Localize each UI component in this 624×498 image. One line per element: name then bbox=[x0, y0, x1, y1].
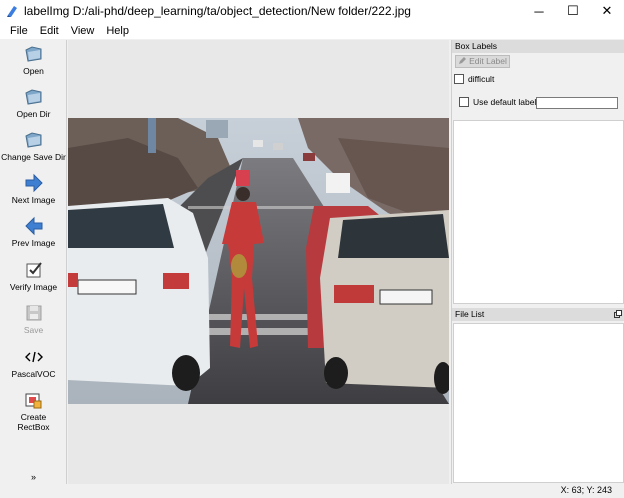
close-button[interactable]: ✕ bbox=[590, 0, 624, 22]
rectbox-icon bbox=[25, 393, 41, 409]
float-dock-icon[interactable] bbox=[614, 310, 622, 318]
file-list-header: File List bbox=[452, 308, 624, 321]
difficult-checkbox-row[interactable]: difficult bbox=[454, 74, 494, 84]
edit-label-text: Edit Label bbox=[469, 56, 507, 66]
format-label: PascalVOC bbox=[11, 369, 56, 379]
minimize-button[interactable]: ─ bbox=[522, 0, 556, 22]
use-default-label-text: Use default label bbox=[473, 97, 537, 107]
menu-bar: File Edit View Help bbox=[0, 22, 624, 39]
use-default-label-row[interactable]: Use default label bbox=[459, 97, 536, 107]
folder-icon bbox=[24, 46, 41, 62]
menu-help[interactable]: Help bbox=[100, 25, 135, 37]
prev-image-button[interactable]: Prev Image bbox=[0, 216, 67, 248]
menu-edit[interactable]: Edit bbox=[34, 25, 65, 37]
create-rectbox-label-line1: Create bbox=[20, 412, 47, 422]
title-bar: labelImg D:/ali-phd/deep_learning/ta/obj… bbox=[0, 0, 624, 22]
change-save-dir-button[interactable]: Change Save Dir bbox=[0, 130, 67, 162]
image-canvas[interactable] bbox=[68, 40, 449, 484]
open-dir-label: Open Dir bbox=[16, 109, 51, 119]
toolbar-extension-button[interactable]: » bbox=[0, 472, 67, 482]
code-icon bbox=[24, 351, 43, 363]
folder-icon bbox=[24, 132, 41, 148]
maximize-button[interactable]: ☐ bbox=[556, 0, 590, 22]
next-image-button[interactable]: Next Image bbox=[0, 173, 67, 205]
arrow-right-icon bbox=[25, 173, 43, 193]
next-image-label: Next Image bbox=[11, 195, 56, 205]
open-label: Open bbox=[23, 66, 44, 76]
arrow-left-icon bbox=[24, 216, 42, 236]
verify-image-button[interactable]: Verify Image bbox=[0, 260, 67, 292]
right-dock: Box Labels Edit Label difficult Use defa… bbox=[451, 40, 624, 484]
save-label: Save bbox=[23, 325, 44, 335]
status-bar: X: 63; Y: 243 bbox=[0, 484, 624, 498]
edit-label-button[interactable]: Edit Label bbox=[455, 55, 510, 68]
change-save-dir-label: Change Save Dir bbox=[1, 152, 66, 162]
prev-image-label: Prev Image bbox=[11, 238, 56, 248]
tools-toolbar: Open Open Dir Change Save Dir Next Image… bbox=[0, 40, 67, 484]
open-button[interactable]: Open bbox=[0, 44, 67, 76]
file-list-panel[interactable] bbox=[453, 323, 624, 483]
window-title: labelImg D:/ali-phd/deep_learning/ta/obj… bbox=[24, 4, 411, 18]
box-labels-list[interactable] bbox=[453, 120, 624, 304]
pencil-icon bbox=[459, 57, 467, 64]
file-list-title: File List bbox=[455, 309, 485, 319]
format-button[interactable]: PascalVOC bbox=[0, 347, 67, 379]
save-disk-icon bbox=[26, 305, 41, 321]
labelimg-app-icon bbox=[7, 6, 17, 17]
default-label-input[interactable] bbox=[536, 97, 618, 109]
box-labels-title: Box Labels bbox=[452, 40, 624, 53]
create-rectbox-button[interactable]: Create RectBox bbox=[0, 392, 67, 432]
menu-file[interactable]: File bbox=[4, 25, 34, 37]
folder-icon bbox=[24, 89, 41, 105]
difficult-label: difficult bbox=[468, 74, 495, 84]
open-dir-button[interactable]: Open Dir bbox=[0, 87, 67, 119]
checkbox-checked-icon bbox=[26, 262, 42, 278]
create-rectbox-label-line2: RectBox bbox=[17, 422, 50, 432]
use-default-label-checkbox[interactable] bbox=[459, 97, 469, 107]
cursor-coordinates: X: 63; Y: 243 bbox=[560, 485, 612, 495]
street-photo-image bbox=[68, 118, 449, 404]
difficult-checkbox[interactable] bbox=[454, 74, 464, 84]
verify-image-label: Verify Image bbox=[9, 282, 58, 292]
menu-view[interactable]: View bbox=[65, 25, 101, 37]
save-button[interactable]: Save bbox=[0, 303, 67, 335]
